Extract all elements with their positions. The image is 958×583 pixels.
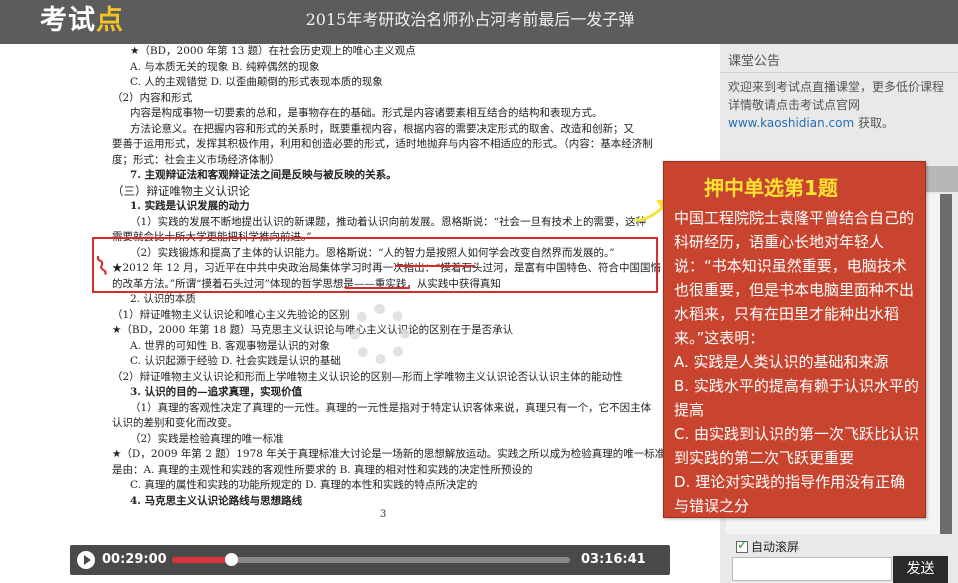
logo-text: 考试 — [40, 5, 96, 36]
notice-divider — [720, 72, 958, 73]
callout-option: B. 实践水平的提高有赖于认识水平的提高 — [674, 377, 919, 419]
document-line: （2）辩证唯物主义认识论和形而上学唯物主义认识论的区别—形而上学唯物主义认识论否… — [112, 370, 623, 383]
callout-option: C. 由实践到认识的第一次飞跃比认识到实践的第二次飞跃更重要 — [674, 425, 920, 467]
callout-heading: 押中单选第1题 — [704, 176, 838, 200]
window-title: 2015年考研政治名师孙占河考前最后一发子弹 — [305, 10, 635, 29]
document-line: A. 与本质无关的现象 B. 纯粹偶然的现象 — [130, 60, 320, 73]
document-viewer[interactable]: ★（BD，2000 年第 13 题）在社会历史观上的唯心主义观点 A. 与本质无关… — [0, 44, 720, 583]
document-line: （1）实践的发展不断地提出认识的新课题，推动着认识向前发展。恩格斯说：“社会一旦… — [130, 215, 647, 228]
current-time: 00:29:00 — [102, 552, 167, 567]
notice-title: 课堂公告 — [728, 54, 781, 69]
total-time: 03:16:41 — [581, 552, 646, 567]
autoscroll-toggle[interactable]: 自动滚屏 — [736, 538, 799, 555]
callout-body: 中国工程院院士袁隆平曾结合自己的科研经历，语重心长地对年轻人说：“书本知识虽然重… — [674, 206, 920, 518]
callout-question: 中国工程院院士袁隆平曾结合自己的科研经历，语重心长地对年轻人说：“书本知识虽然重… — [674, 209, 915, 347]
document-line: C. 人的主观错觉 D. 以歪曲颠倒的形式表现本质的现象 — [130, 76, 383, 88]
callout-option: D. 理论对实践的指导作用没有正确与错误之分 — [674, 473, 906, 515]
chat-message-input[interactable] — [732, 557, 892, 581]
play-button-icon[interactable] — [77, 551, 95, 569]
document-line: （2）实践是检验真理的唯一标准 — [130, 432, 284, 445]
callout-option: A. 实践是人类认识的基础和来源 — [674, 353, 889, 371]
send-button[interactable]: 发送 — [893, 556, 948, 583]
document-line: 7. 主观辩证法和客观辩证法之间是反映与被反映的关系。 — [130, 169, 397, 181]
document-line: 3. 认识的目的—追求真理，实现价值 — [130, 386, 303, 398]
document-line: 内容是构成事物一切要素的总和，是事物存在的基础。形式是内容诸要素相互结合的结构和… — [130, 107, 603, 119]
document-line: ★（BD，2000 年第 13 题）在社会历史观上的唯心主义观点 — [130, 45, 416, 57]
notice-text: 欢迎来到考试点直播课堂，更多低价课程详情敬请点击考试点官网 www.kaoshid… — [728, 78, 954, 132]
autoscroll-label: 自动滚屏 — [751, 540, 800, 554]
logo: 考试点 — [40, 3, 124, 39]
progress-knob[interactable] — [224, 553, 238, 566]
video-player-bar: 00:29:00 03:16:41 — [70, 545, 670, 575]
document-line: 2. 认识的本质 — [130, 293, 196, 305]
annotation-highlight-box — [92, 237, 658, 293]
loading-spinner-icon — [350, 304, 410, 364]
logo-dot: 点 — [96, 5, 124, 36]
document-line: 4. 马克思主义认识论路线与思想路线 — [130, 494, 303, 507]
document-line: （1）真理的客观性决定了真理的一元性。真理的一元性是指对于特定认识客体来说，真理… — [130, 401, 652, 414]
document-line: 1. 实践是认识发展的动力 — [130, 200, 250, 212]
document-line: （2）内容和形式 — [112, 91, 193, 104]
annotation-underline — [345, 287, 410, 289]
chat-scrollbar[interactable] — [940, 194, 952, 534]
autoscroll-checkbox[interactable] — [736, 538, 748, 553]
notice-suffix: 获取。 — [854, 116, 894, 130]
document-line: C. 真理的属性和实践的功能所规定的 D. 真理的本性和实践的特点所决定的 — [130, 479, 478, 491]
document-line: 认识的差别和变化而改变。 — [112, 417, 238, 429]
top-header: 考试点 2015年考研政治名师孙占河考前最后一发子弹 — [0, 0, 958, 44]
page-number: 3 — [380, 509, 387, 520]
document-line: 方法论意义。在把握内容和形式的关系时，既要重视内容，根据内容的需要决定形式的取舍… — [130, 122, 634, 135]
document-line: ★（D，2009 年第 2 题）1978 年关于真理标准大讨论是一场新的思想解放… — [112, 448, 666, 460]
annotation-underline — [395, 265, 475, 267]
progress-fill — [172, 557, 231, 563]
progress-track[interactable] — [172, 553, 570, 566]
document-line: 是由：A. 真理的主观性和实践的客观性所要求的 B. 真理的相对性和实践的决定性… — [112, 463, 533, 476]
document-line: 要善于运用形式，发挥其积极作用，利用和创造必要的形式，适时地抛弃与内容不相适应的… — [112, 138, 653, 150]
document-line: （三）辩证唯物主义认识论 — [112, 183, 250, 198]
notice-link[interactable]: www.kaoshidian.com — [728, 116, 854, 130]
prediction-callout: 押中单选第1题 中国工程院院士袁隆平曾结合自己的科研经历，语重心长地对年轻人说：… — [663, 161, 926, 518]
notice-body: 欢迎来到考试点直播课堂，更多低价课程详情敬请点击考试点官网 — [728, 80, 945, 112]
document-line: 度；形式：社会主义市场经济体制） — [112, 153, 280, 166]
